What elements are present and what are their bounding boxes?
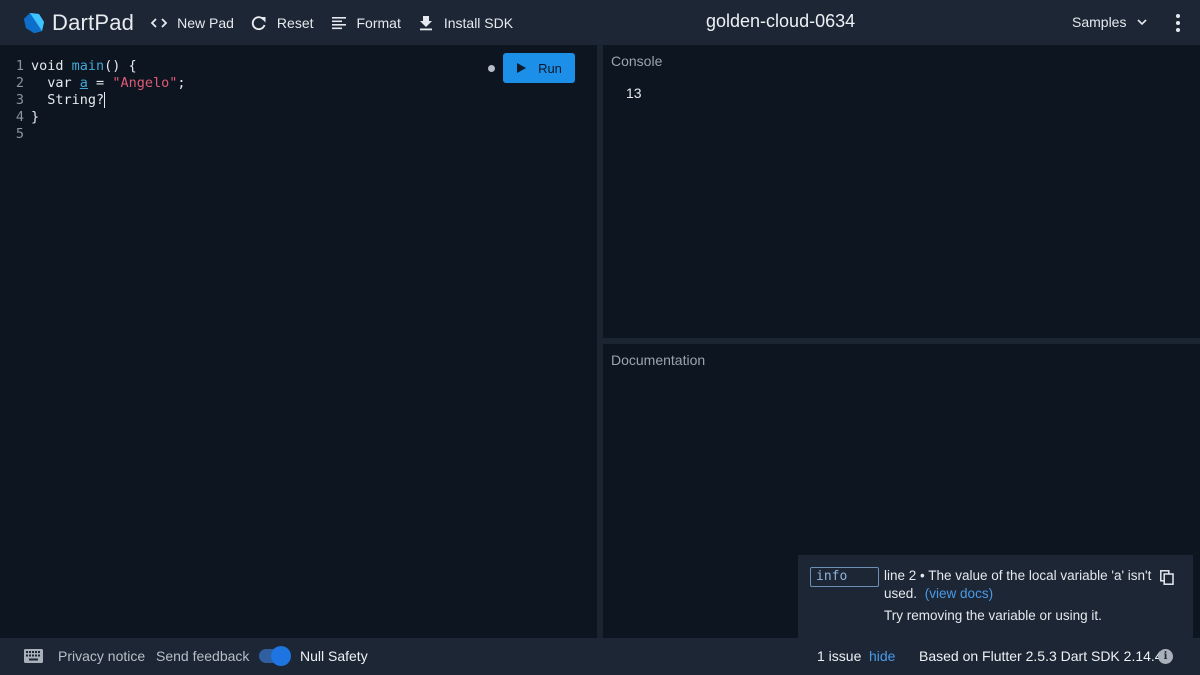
copy-icon[interactable] xyxy=(1160,570,1174,585)
install-sdk-button[interactable]: Install SDK xyxy=(417,14,513,32)
privacy-notice-link[interactable]: Privacy notice xyxy=(58,648,145,664)
app-name: DartPad xyxy=(52,9,135,35)
footer-bar: Privacy notice Send feedback Null Safety… xyxy=(0,638,1200,675)
code-brackets-icon xyxy=(150,14,168,32)
run-button[interactable]: Run xyxy=(503,53,575,83)
keyword: void xyxy=(31,57,72,74)
logo[interactable]: DartPad xyxy=(22,10,134,36)
line-number: 4 xyxy=(15,108,24,125)
code-line: 4 } xyxy=(0,108,39,125)
chevron-down-icon xyxy=(1137,19,1148,26)
app-header: DartPad New Pad Reset Format Install SDK… xyxy=(0,0,1200,45)
console-panel: Console 13 xyxy=(603,45,1200,338)
null-safety-toggle[interactable] xyxy=(259,646,292,666)
line-number: 3 xyxy=(15,91,24,108)
samples-dropdown[interactable]: Samples xyxy=(1072,14,1148,30)
code-text: } xyxy=(31,108,40,125)
new-pad-label: New Pad xyxy=(177,14,234,31)
format-label: Format xyxy=(356,14,401,31)
code-text: = xyxy=(87,74,113,91)
more-vert-icon[interactable] xyxy=(1168,12,1188,34)
issue-fix-hint: Try removing the variable or using it. xyxy=(884,608,1102,623)
download-icon xyxy=(417,14,435,32)
console-output: 13 xyxy=(626,85,642,101)
code-text: () { xyxy=(104,57,137,74)
code-editor[interactable]: 1 void main() { 2 var a = "Angelo"; 3 St… xyxy=(0,45,597,638)
string-literal: "Angelo" xyxy=(112,74,178,91)
install-sdk-label: Install SDK xyxy=(443,14,514,31)
info-icon[interactable]: i xyxy=(1158,649,1173,664)
code-line: 3 String? xyxy=(0,91,106,108)
variable-with-issue[interactable]: a xyxy=(80,75,88,91)
toggle-knob xyxy=(271,646,291,666)
code-line: 5 xyxy=(0,125,31,142)
code-text: String? xyxy=(31,91,105,108)
line-number: 5 xyxy=(15,125,24,142)
pad-title: golden-cloud-0634 xyxy=(706,11,856,31)
line-number: 1 xyxy=(15,57,24,74)
reset-label: Reset xyxy=(276,14,314,31)
new-pad-button[interactable]: New Pad xyxy=(150,14,234,32)
code-line: 2 var a = "Angelo"; xyxy=(0,74,186,91)
issue-type-badge: info xyxy=(810,567,879,587)
hide-issues-link[interactable]: hide xyxy=(869,648,895,664)
keyword: var xyxy=(31,74,80,91)
view-docs-link[interactable]: (view docs) xyxy=(925,586,993,601)
samples-label: Samples xyxy=(1072,14,1127,30)
keyboard-icon[interactable] xyxy=(24,649,43,663)
play-icon xyxy=(517,63,527,73)
format-button[interactable]: Format xyxy=(330,14,401,32)
issue-panel: info line 2 • The value of the local var… xyxy=(798,555,1193,638)
console-label: Console xyxy=(611,53,663,69)
issues-count: 1 issue xyxy=(817,648,862,664)
reset-button[interactable]: Reset xyxy=(250,14,314,32)
text-cursor xyxy=(104,91,106,108)
refresh-icon xyxy=(250,14,268,32)
null-safety-label: Null Safety xyxy=(300,648,368,664)
send-feedback-link[interactable]: Send feedback xyxy=(156,648,249,664)
code-line: 1 void main() { xyxy=(0,57,137,74)
issue-message[interactable]: line 2 • The value of the local variable… xyxy=(884,567,1154,603)
function-name: main xyxy=(71,57,105,74)
code-text: ; xyxy=(177,74,186,91)
format-lines-icon xyxy=(330,14,348,32)
unsaved-indicator xyxy=(488,65,495,72)
run-label: Run xyxy=(538,60,562,76)
dart-logo-icon xyxy=(24,12,44,33)
sdk-version-info: Based on Flutter 2.5.3 Dart SDK 2.14.4 xyxy=(919,648,1163,664)
line-number: 2 xyxy=(15,74,24,91)
documentation-label: Documentation xyxy=(611,352,706,368)
